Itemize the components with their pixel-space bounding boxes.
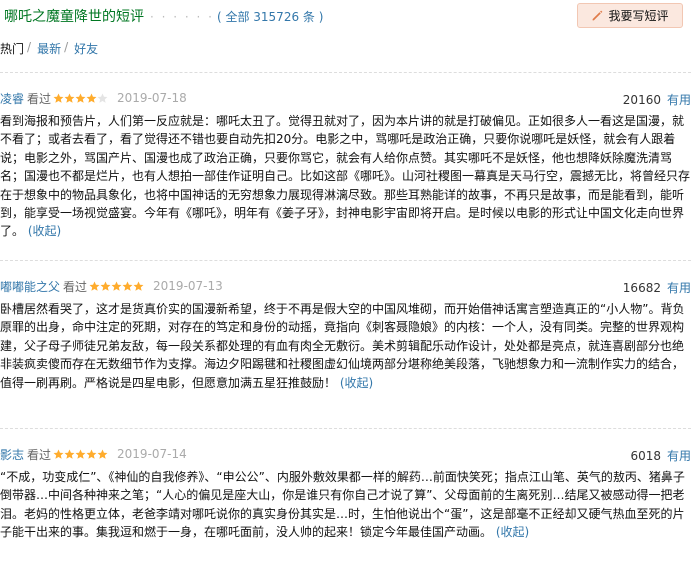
tab-friends[interactable]: 好友 — [74, 40, 98, 57]
comment-body: “不成，功变成仁”、《神仙的自我修养》、“申公公”、内服外敷效果都一样的解药…前… — [0, 468, 691, 542]
comment-item: 嘟嘟能之父 看过 2019-07-13 16682 有用 卧槽居然看哭了，这才是货… — [0, 276, 691, 392]
comment-date: 2019-07-14 — [117, 447, 187, 461]
watch-status: 看过 — [27, 447, 52, 462]
title-dots: · · · · · · — [150, 10, 214, 24]
rating-stars — [53, 449, 108, 460]
collapse-link[interactable]: (收起) — [340, 376, 373, 390]
comment-date: 2019-07-13 — [153, 279, 223, 293]
star-filled-icon — [53, 449, 64, 459]
star-filled-icon — [53, 93, 64, 103]
page-title: 哪吒之魔童降世的短评 — [4, 9, 144, 25]
comment-body: 看到海报和预告片，人们第一反应就是：哪吒太丑了。觉得丑就对了，因为本片讲的就是打… — [0, 112, 691, 241]
star-filled-icon — [86, 449, 97, 459]
title-line: 哪吒之魔童降世的短评 · · · · · · ( 全部 315726 条 ) — [4, 6, 323, 26]
sort-tabs: 热门 / 最新 / 好友 — [0, 40, 98, 57]
star-filled-icon — [86, 93, 97, 103]
tab-latest[interactable]: 最新 — [37, 40, 61, 57]
pencil-icon — [593, 10, 603, 21]
divider — [0, 72, 691, 73]
comment-count[interactable]: ( 全部 315726 条 ) — [217, 8, 323, 25]
vote-area: 6018 有用 — [630, 447, 691, 464]
collapse-link[interactable]: (收起) — [28, 224, 61, 238]
comment-meta: 影志 看过 2019-07-14 6018 有用 — [0, 444, 691, 464]
comment-user[interactable]: 影志 — [0, 446, 24, 463]
write-comment-label: 我要写短评 — [608, 9, 669, 23]
vote-count: 6018 — [630, 449, 661, 463]
useful-button[interactable]: 有用 — [667, 449, 691, 463]
write-comment-button[interactable]: 我要写短评 — [577, 3, 683, 28]
star-empty-icon — [97, 93, 108, 103]
vote-count: 16682 — [622, 281, 661, 295]
watch-status: 看过 — [63, 279, 88, 294]
divider — [0, 428, 691, 429]
vote-area: 20160 有用 — [623, 91, 691, 108]
comment-user[interactable]: 嘟嘟能之父 — [0, 278, 60, 295]
star-filled-icon — [75, 93, 86, 103]
rating-stars — [53, 93, 108, 104]
comment-meta: 嘟嘟能之父 看过 2019-07-13 16682 有用 — [0, 276, 691, 296]
comment-item: 影志 看过 2019-07-14 6018 有用 “不成，功变成仁”、《神仙的自我… — [0, 444, 691, 542]
comment-meta: 凌睿 看过 2019-07-18 20160 有用 — [0, 88, 691, 108]
useful-button[interactable]: 有用 — [667, 281, 691, 295]
comment-text: 看到海报和预告片，人们第一反应就是：哪吒太丑了。觉得丑就对了，因为本片讲的就是打… — [0, 114, 691, 239]
star-filled-icon — [111, 281, 122, 291]
comment-date: 2019-07-18 — [117, 91, 187, 105]
star-filled-icon — [64, 449, 75, 459]
star-filled-icon — [133, 281, 144, 291]
divider — [0, 260, 691, 261]
comment-text: “不成，功变成仁”、《神仙的自我修养》、“申公公”、内服外敷效果都一样的解药…前… — [0, 470, 685, 540]
watch-status: 看过 — [27, 91, 52, 106]
comment-item: 凌睿 看过 2019-07-18 20160 有用 看到海报和预告片，人们第一反应… — [0, 88, 691, 241]
tab-separator: / — [27, 40, 32, 54]
star-filled-icon — [100, 281, 111, 291]
header: 哪吒之魔童降世的短评 · · · · · · ( 全部 315726 条 ) 我… — [4, 0, 685, 34]
star-filled-icon — [97, 449, 108, 459]
collapse-link[interactable]: (收起) — [496, 525, 529, 539]
tab-hot[interactable]: 热门 — [0, 40, 24, 57]
comments-page: 哪吒之魔童降世的短评 · · · · · · ( 全部 315726 条 ) 我… — [0, 0, 691, 568]
star-filled-icon — [122, 281, 133, 291]
rating-stars — [89, 281, 144, 292]
star-filled-icon — [89, 281, 100, 291]
vote-area: 16682 有用 — [623, 279, 691, 296]
comment-user[interactable]: 凌睿 — [0, 90, 24, 107]
comment-body: 卧槽居然看哭了，这才是货真价实的国漫新希望，终于不再是假大空的中国风堆砌，而开始… — [0, 300, 691, 392]
useful-button[interactable]: 有用 — [667, 93, 691, 107]
tab-separator: / — [64, 40, 69, 54]
star-filled-icon — [64, 93, 75, 103]
vote-count: 20160 — [622, 93, 661, 107]
star-filled-icon — [75, 449, 86, 459]
